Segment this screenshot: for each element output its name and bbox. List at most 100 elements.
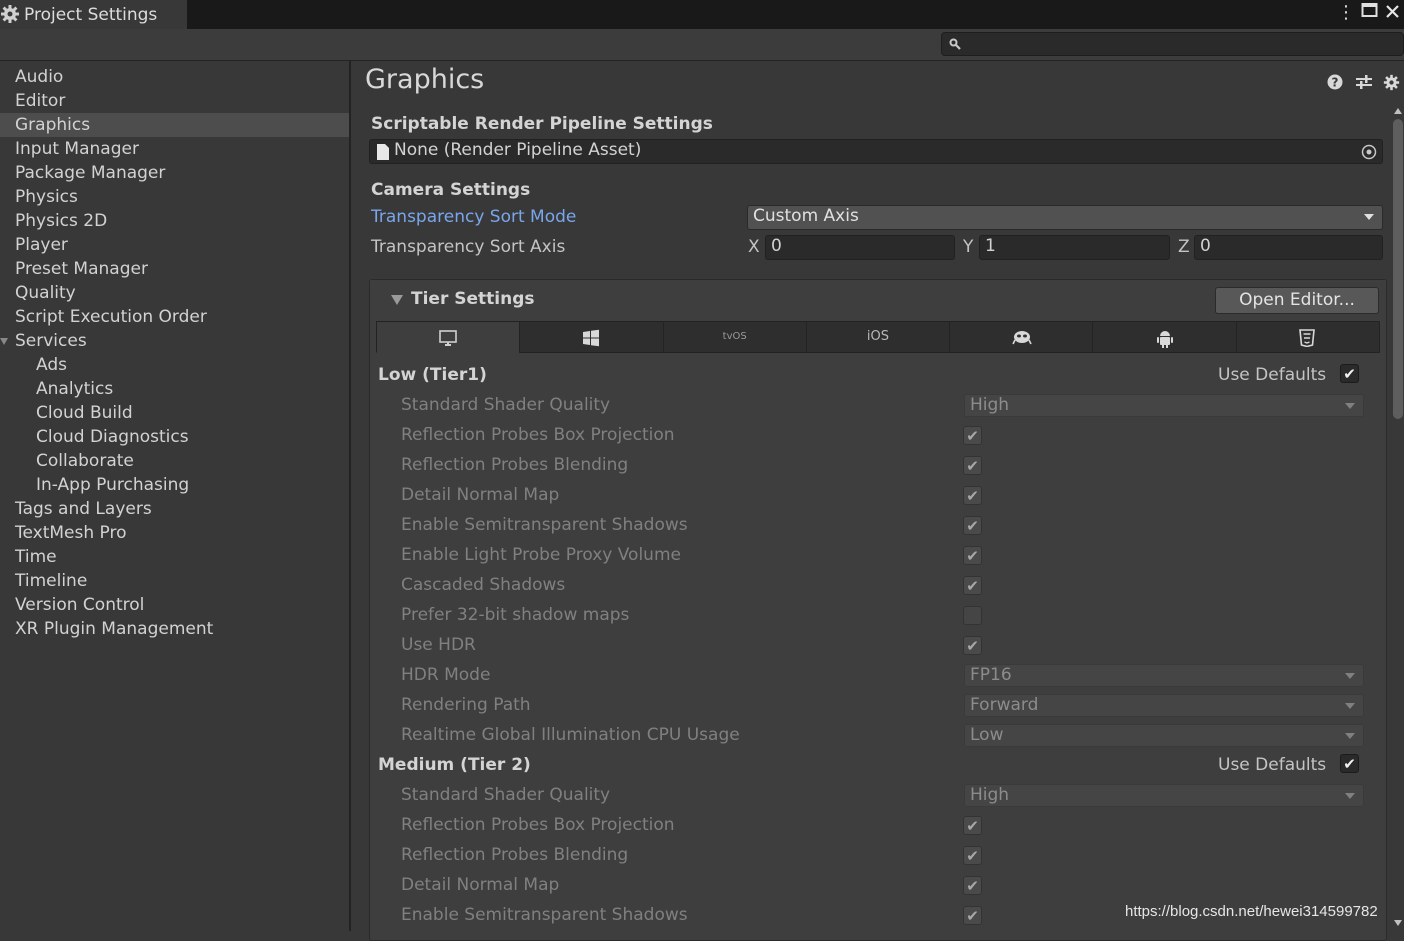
sidebar-item-graphics[interactable]: Graphics: [0, 113, 349, 137]
tier-setting-value: Forward: [970, 695, 1039, 715]
sidebar-item-audio[interactable]: Audio: [0, 65, 349, 89]
open-editor-button[interactable]: Open Editor...: [1215, 287, 1379, 314]
sidebar-item-cloud-build[interactable]: Cloud Build: [0, 401, 349, 425]
settings-gear-icon[interactable]: [1383, 74, 1400, 91]
tier-setting-checkbox[interactable]: ✔: [963, 456, 982, 475]
sidebar-item-services[interactable]: Services: [0, 329, 349, 353]
scrollbar[interactable]: [1392, 107, 1403, 929]
window-tab[interactable]: Project Settings: [0, 0, 187, 29]
platform-tab-android[interactable]: [1092, 321, 1237, 353]
sidebar-item-version-control[interactable]: Version Control: [0, 593, 349, 617]
sidebar-item-label: Editor: [15, 91, 66, 111]
sidebar-item-timeline[interactable]: Timeline: [0, 569, 349, 593]
tier-title: Low (Tier1): [378, 365, 487, 385]
platform-tab-ios[interactable]: iOS: [805, 321, 951, 353]
tier-setting-dropdown[interactable]: FP16: [964, 664, 1364, 687]
tier-setting-label: Realtime Global Illumination CPU Usage: [401, 725, 740, 745]
tier-setting-label: Rendering Path: [401, 695, 531, 715]
tier-setting-checkbox[interactable]: ✔: [963, 846, 982, 865]
sidebar-item-time[interactable]: Time: [0, 545, 349, 569]
sidebar-item-in-app-purchasing[interactable]: In-App Purchasing: [0, 473, 349, 497]
platform-tab-webgl-alien[interactable]: [949, 321, 1094, 353]
tier-setting-checkbox[interactable]: ✔: [963, 876, 982, 895]
chevron-down-icon: [1345, 703, 1355, 709]
sidebar-item-xr-plugin-management[interactable]: XR Plugin Management: [0, 617, 349, 641]
sidebar-item-label: Cloud Diagnostics: [36, 427, 189, 447]
platform-tab-label: iOS: [866, 329, 890, 344]
more-menu-icon[interactable]: ⋮: [1337, 2, 1355, 23]
use-defaults-checkbox[interactable]: ✔: [1340, 754, 1359, 773]
chevron-down-icon: [1345, 673, 1355, 679]
sidebar-item-physics-2d[interactable]: Physics 2D: [0, 209, 349, 233]
tier-setting-label: Reflection Probes Blending: [401, 455, 629, 475]
sidebar-item-label: Audio: [15, 67, 64, 87]
tier-setting-checkbox[interactable]: ✔: [963, 546, 982, 565]
sidebar-item-label: Physics: [15, 187, 78, 207]
tier-settings-header[interactable]: Tier Settings Open Editor...: [370, 280, 1386, 318]
sidebar-item-package-manager[interactable]: Package Manager: [0, 161, 349, 185]
maximize-icon[interactable]: [1361, 1, 1378, 23]
sidebar-item-label: Input Manager: [15, 139, 139, 159]
chevron-down-icon: [1345, 403, 1355, 409]
tier-setting-label: Enable Semitransparent Shadows: [401, 515, 688, 535]
search-icon: [949, 38, 961, 50]
scroll-up-icon[interactable]: [1393, 107, 1403, 115]
tier-title: Medium (Tier 2): [378, 755, 531, 775]
sidebar-item-label: Ads: [36, 355, 67, 375]
preset-sliders-icon[interactable]: [1355, 74, 1373, 90]
sidebar-item-input-manager[interactable]: Input Manager: [0, 137, 349, 161]
tier-setting-dropdown[interactable]: Forward: [964, 694, 1364, 717]
axis-x-label: X: [748, 237, 760, 257]
help-icon[interactable]: ?: [1327, 74, 1343, 90]
tier-setting-checkbox[interactable]: ✔: [963, 576, 982, 595]
axis-y-input[interactable]: 1: [979, 235, 1170, 260]
sidebar-item-textmesh-pro[interactable]: TextMesh Pro: [0, 521, 349, 545]
sidebar-item-player[interactable]: Player: [0, 233, 349, 257]
foldout-arrow-icon[interactable]: [0, 338, 8, 345]
tier-setting-checkbox[interactable]: ✔: [963, 516, 982, 535]
tier-setting-checkbox[interactable]: ✔: [963, 816, 982, 835]
tier-setting-checkbox[interactable]: ✔: [963, 486, 982, 505]
tier-setting-value: High: [970, 785, 1010, 805]
close-icon[interactable]: [1385, 3, 1400, 24]
html5-icon: [1298, 329, 1315, 347]
transparency-sort-mode-dropdown[interactable]: Custom Axis: [747, 205, 1383, 230]
svg-text:?: ?: [1332, 76, 1339, 90]
tier-setting-checkbox[interactable]: [963, 606, 982, 625]
platform-tab-windows[interactable]: [519, 321, 664, 353]
axis-x-input[interactable]: 0: [765, 235, 955, 260]
platform-tab-tvos[interactable]: tvOS: [662, 321, 807, 353]
sidebar-item-label: Version Control: [15, 595, 145, 615]
axis-z-input[interactable]: 0: [1194, 235, 1383, 260]
sidebar-item-cloud-diagnostics[interactable]: Cloud Diagnostics: [0, 425, 349, 449]
tier-setting-checkbox[interactable]: ✔: [963, 426, 982, 445]
tier-setting-checkbox[interactable]: ✔: [963, 636, 982, 655]
search-input[interactable]: [941, 32, 1404, 56]
window-title: Project Settings: [24, 5, 158, 25]
tier-setting-value: High: [970, 395, 1010, 415]
sidebar-item-script-execution-order[interactable]: Script Execution Order: [0, 305, 349, 329]
sidebar-item-editor[interactable]: Editor: [0, 89, 349, 113]
render-pipeline-asset-field[interactable]: None (Render Pipeline Asset): [369, 139, 1383, 164]
platform-tab-html5[interactable]: [1235, 321, 1380, 353]
scroll-thumb[interactable]: [1393, 119, 1403, 419]
sidebar-item-label: Graphics: [15, 115, 91, 135]
foldout-arrow-icon[interactable]: [391, 295, 403, 305]
tier-setting-dropdown[interactable]: Low: [964, 724, 1364, 747]
object-picker-icon[interactable]: [1361, 144, 1377, 160]
sidebar-item-preset-manager[interactable]: Preset Manager: [0, 257, 349, 281]
platform-tab-standalone[interactable]: [376, 321, 521, 353]
tier-setting-checkbox[interactable]: ✔: [963, 906, 982, 925]
sidebar-item-quality[interactable]: Quality: [0, 281, 349, 305]
use-defaults-checkbox[interactable]: ✔: [1340, 364, 1359, 383]
sidebar-item-collaborate[interactable]: Collaborate: [0, 449, 349, 473]
sidebar-item-ads[interactable]: Ads: [0, 353, 349, 377]
sidebar-item-physics[interactable]: Physics: [0, 185, 349, 209]
sidebar-item-analytics[interactable]: Analytics: [0, 377, 349, 401]
scroll-down-icon[interactable]: [1393, 919, 1403, 927]
tier-settings-panel: Tier Settings Open Editor... tvOS iOS Low…: [369, 279, 1387, 941]
tier-setting-dropdown[interactable]: High: [964, 394, 1364, 417]
tier-setting-dropdown[interactable]: High: [964, 784, 1364, 807]
sidebar-item-tags-and-layers[interactable]: Tags and Layers: [0, 497, 349, 521]
title-bar: Project Settings ⋮: [0, 0, 1404, 29]
